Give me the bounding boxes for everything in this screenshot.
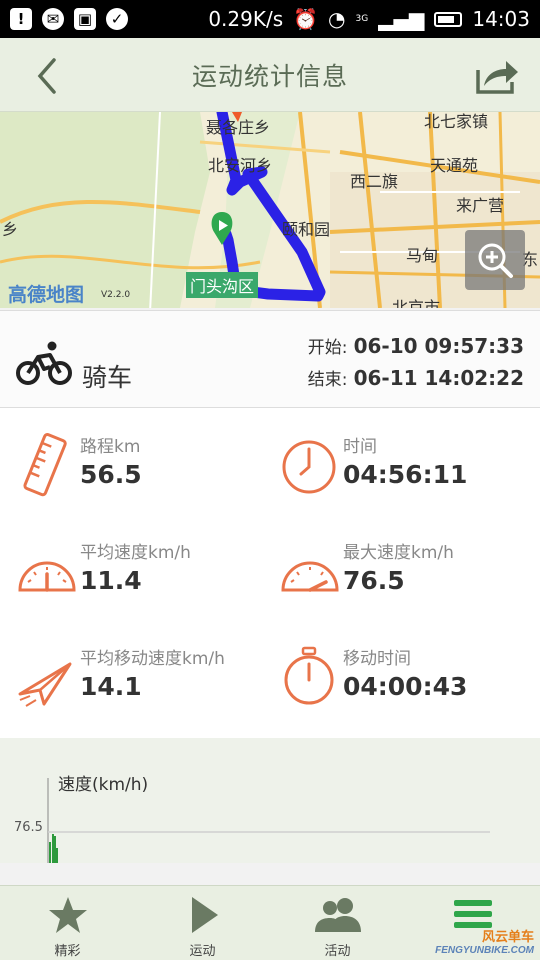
chart-bar (52, 834, 54, 863)
chart-bar (56, 848, 58, 863)
check-icon: ✓ (106, 8, 128, 30)
start-label: 开始: (307, 338, 348, 358)
map-label: 西二旗 (350, 172, 399, 191)
watermark-cn: 风云单车 (481, 929, 534, 944)
paper-plane-icon (18, 662, 72, 707)
zoom-in-icon (478, 243, 513, 278)
avg-moving-speed-value: 14.1 (80, 672, 142, 701)
map-label: 来广营 (456, 196, 505, 215)
network-speed: 0.29K/s (208, 7, 284, 31)
stats-grid: 路程km 56.5 时间 04:56:11 平均速度km/h 11.4 最大速度… (0, 408, 540, 738)
back-button[interactable] (28, 56, 68, 96)
map-provider-version: V2.2.0 (101, 290, 131, 300)
network-type: 3G (355, 13, 369, 24)
end-time: 06-11 14:02:22 (353, 366, 524, 390)
map-provider-logo: 高德地图 (8, 284, 85, 306)
map-label: 北京市 (392, 298, 441, 308)
speedometer-icon (18, 561, 76, 592)
watermark: 风云单车 FENGYUNBIKE.COM (435, 926, 534, 956)
end-time-row: 结束: 06-11 14:02:22 (308, 365, 524, 390)
district-badge: 门头沟区 (186, 272, 259, 298)
distance-label: 路程km (80, 437, 141, 457)
shield-alert-icon: ! (10, 8, 32, 30)
chart-canvas (47, 778, 490, 863)
watermark-en: FENGYUNBIKE.COM (435, 945, 534, 956)
stat-avg-speed: 平均速度km/h 11.4 (18, 538, 278, 638)
image-icon: ▣ (74, 8, 96, 30)
stat-avg-moving-speed: 平均移动速度km/h 14.1 (18, 644, 278, 744)
signal-icon: ▂▄▆ (378, 7, 425, 31)
map-label: 马甸 (406, 246, 439, 265)
alarm-icon: ⏰ (293, 7, 319, 31)
battery-icon (434, 11, 463, 27)
duration-label: 时间 (343, 437, 377, 457)
share-icon (476, 61, 518, 94)
start-time: 06-10 09:57:33 (353, 334, 524, 358)
tab-featured[interactable]: 精彩 (0, 886, 135, 960)
chevron-left-icon (37, 58, 56, 94)
map-label: 北七家镇 (424, 112, 489, 131)
tab-menu[interactable]: 风云单车 FENGYUNBIKE.COM (405, 886, 540, 960)
max-speed-value: 76.5 (343, 566, 405, 595)
duration-value: 04:56:11 (343, 460, 468, 489)
activity-info: 骑车 开始: 06-10 09:57:33 结束: 06-11 14:02:22 (0, 310, 540, 408)
share-button[interactable] (474, 56, 520, 96)
distance-value: 56.5 (80, 460, 142, 489)
tab-sport[interactable]: 运动 (135, 886, 270, 960)
moving-time-label: 移动时间 (343, 649, 411, 669)
map-label: 北安河乡 (208, 156, 273, 175)
stat-distance: 路程km 56.5 (18, 432, 278, 532)
wifi-icon: ◔ (328, 7, 346, 31)
chart-bar (54, 836, 56, 863)
avg-moving-speed-label: 平均移动速度km/h (80, 649, 225, 669)
map-label: 天通苑 (430, 156, 479, 175)
map-label: 乡 (2, 220, 19, 239)
avg-speed-value: 11.4 (80, 566, 142, 595)
speed-chart: 速度(km/h) 76.5 (0, 738, 540, 863)
clock-icon (282, 440, 336, 494)
stat-max-speed: 最大速度km/h 76.5 (281, 538, 540, 638)
star-icon (48, 897, 87, 933)
page-title: 运动统计信息 (191, 61, 348, 91)
bicycle-icon (16, 341, 72, 385)
tab-label: 活动 (324, 944, 351, 959)
wechat-icon: ✉ (42, 8, 64, 30)
stat-moving-time: 移动时间 04:00:43 (281, 644, 540, 744)
stat-duration: 时间 04:56:11 (281, 432, 540, 532)
max-speed-label: 最大速度km/h (343, 543, 454, 563)
moving-time-value: 04:00:43 (343, 672, 468, 701)
status-bar: ! ✉ ▣ ✓ 0.29K/s ⏰ ◔ 3G ▂▄▆ 14:03 (0, 0, 540, 38)
tab-label: 运动 (189, 944, 216, 959)
speedometer-max-icon (281, 561, 339, 592)
end-label: 结束: (307, 370, 348, 390)
clock: 14:03 (472, 7, 530, 31)
bottom-tab-bar: 精彩 运动 活动 风云单车 FENGYUNBIKE.COM (0, 885, 540, 960)
people-icon (314, 898, 361, 932)
map-label: 颐和园 (282, 220, 331, 239)
zoom-button[interactable] (465, 230, 525, 290)
chart-bar (49, 842, 51, 863)
section-divider (0, 863, 540, 885)
activity-type: 骑车 (82, 363, 133, 392)
ruler-icon (23, 433, 67, 497)
map-label: 聂各庄乡 (206, 118, 271, 137)
stopwatch-icon (284, 646, 334, 705)
play-icon (191, 897, 218, 933)
route-map[interactable]: 聂各庄乡 北安河乡 西二旗 天通苑 来广营 颐和园 马甸 北七家镇 东 乡 北京… (0, 112, 540, 308)
start-time-row: 开始: 06-10 09:57:33 (308, 333, 524, 358)
avg-speed-label: 平均速度km/h (80, 543, 191, 563)
tab-events[interactable]: 活动 (270, 886, 405, 960)
tab-label: 精彩 (54, 944, 81, 959)
app-header: 运动统计信息 (0, 38, 540, 112)
